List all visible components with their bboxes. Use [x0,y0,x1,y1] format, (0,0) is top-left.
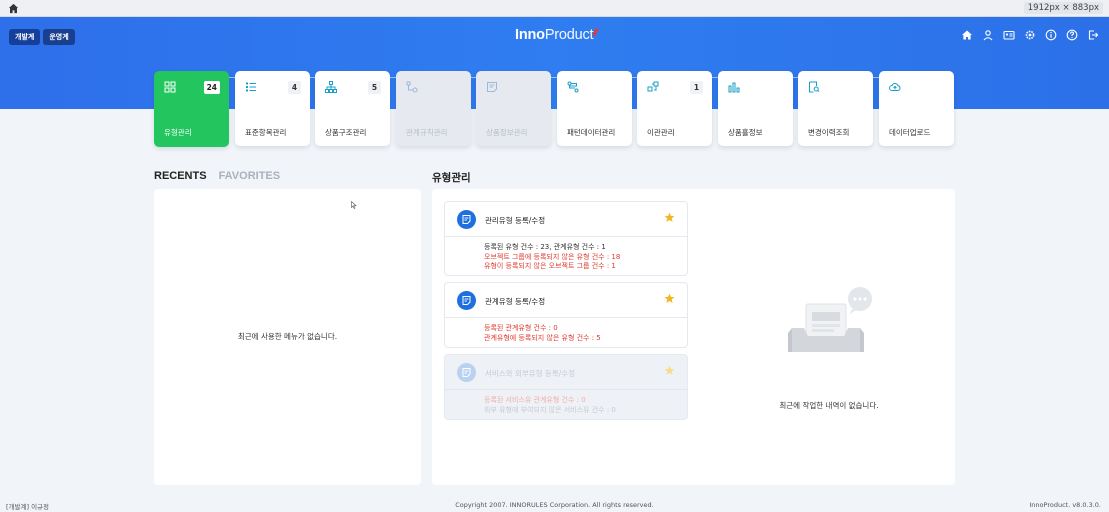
type-item-stat-line: 관계유형에 등록되지 않은 유형 건수 : 5 [484,333,601,342]
favorite-star-icon[interactable] [664,365,675,376]
recents-panel: 최근에 사용한 메뉴가 없습니다. [154,189,421,485]
logout-icon[interactable] [1087,29,1099,41]
type-item-header: 서비스와 외부유형 등록/수정 [445,355,687,390]
type-item-title[interactable]: 관리유형 등록/수정 [485,215,545,226]
card-count-badge: 1 [690,81,703,94]
home-icon[interactable] [961,29,973,41]
viewport-size-label: 1912px × 883px [1023,2,1103,14]
bar-chart-icon [728,81,740,93]
card-count-badge: 4 [288,81,301,94]
favorite-star-icon[interactable] [664,293,675,304]
footer-copyright: Copyright 2007. INNORULES Corporation. A… [455,501,654,509]
edit-note-icon [457,291,476,310]
card-label: 상품흘정보 [728,128,763,137]
work-empty-message: 최근에 작업한 내역이 없습니다. [779,401,879,410]
type-item-card: 서비스와 외부유형 등록/수정등록된 서비스유 관계유형 건수 : 0 외부 유형… [444,354,688,420]
menu-card[interactable]: 1 이관관리 [637,71,712,146]
type-item-stat-line: 등록된 관계유형 건수 : 0 [484,324,558,332]
grid-icon [164,81,176,93]
type-item-stat-line: 유형이 등록되지 않은 오브젝트 그룹 건수 : 1 [484,262,616,270]
cloud-upload-icon [889,81,901,93]
tab-recents[interactable]: RECENTS [154,170,207,182]
browser-strip: 1912px × 883px [0,0,1109,17]
menu-card[interactable]: 데이터업로드 [879,71,954,146]
card-label: 유형관리 [164,128,192,137]
favorite-star-icon[interactable] [664,212,675,223]
menu-card[interactable]: 상품정보관리 [476,71,551,146]
product-info-icon [486,81,498,93]
home-icon[interactable] [8,3,19,14]
card-label: 데이터업로드 [889,128,931,137]
tab-favorites[interactable]: FAVORITES [219,170,281,182]
menu-card[interactable]: 상품흘정보 [718,71,793,146]
logo-bold-text: Inno [515,27,545,43]
type-panel: 관리유형 등록/수정등록된 유형 건수 : 23, 관계유형 건수 : 1 오브젝… [432,189,955,485]
type-item-title[interactable]: 관계유형 등록/수정 [485,296,545,307]
footer-version: InnoProduct. v8.0.3.0. [1029,501,1101,509]
card-label: 변경이력조회 [808,128,850,137]
type-item-header: 관리유형 등록/수정 [445,202,687,237]
menu-card[interactable]: 패턴데이터관리 [557,71,632,146]
type-item-stats: 등록된 관계유형 건수 : 0 관계유형에 등록되지 않은 유형 건수 : 5 [445,318,687,343]
help-icon[interactable] [1066,29,1078,41]
type-item-stats: 등록된 유형 건수 : 23, 관계유형 건수 : 1 오브젝트 그룹에 등록되지… [445,237,687,272]
environment-toggle: 개발계 운영계 [9,29,75,45]
history-search-icon [808,81,820,93]
card-label: 관계규칙관리 [406,128,448,137]
info-icon[interactable] [1045,29,1057,41]
type-item-header: 관계유형 등록/수정 [445,283,687,318]
card-label: 상품구조관리 [325,128,367,137]
pattern-icon [567,81,579,93]
card-label: 표준항목관리 [245,128,287,137]
footer: [개발계] 이규정 Copyright 2007. INNORULES Corp… [0,497,1109,512]
type-item-stats: 등록된 서비스유 관계유형 건수 : 0 외부 유형에 부여되지 않은 서비스유 … [445,390,687,415]
recents-empty-message: 최근에 사용한 메뉴가 없습니다. [237,332,338,341]
env-prod-button[interactable]: 운영계 [43,29,75,45]
transfer-icon [647,81,659,93]
type-item-card[interactable]: 관리유형 등록/수정등록된 유형 건수 : 23, 관계유형 건수 : 1 오브젝… [444,201,688,276]
menu-card[interactable]: 변경이력조회 [798,71,873,146]
menu-card[interactable]: 4 표준항목관리 [235,71,310,146]
card-label: 패턴데이터관리 [567,128,616,137]
id-card-icon[interactable] [1003,29,1015,41]
user-icon[interactable] [982,29,994,41]
menu-card[interactable]: 관계규칙관리 [396,71,471,146]
logo-mark-icon [592,27,600,37]
edit-note-icon [457,363,476,382]
list-icon [245,81,257,93]
card-count-badge: 5 [368,81,381,94]
card-label: 이관관리 [647,128,675,137]
type-item-stat-line: 오브젝트 그룹에 등록되지 않은 유형 건수 : 18 [484,252,621,261]
menu-card[interactable]: 5 상품구조관리 [315,71,390,146]
menu-card[interactable]: 24 유형관리 [154,71,229,147]
header-toolbar [961,29,1099,41]
empty-inbox-illustration [788,287,872,352]
type-item-card[interactable]: 관계유형 등록/수정등록된 관계유형 건수 : 0 관계유형에 등록되지 않은 유… [444,282,688,348]
relation-rule-icon [406,81,418,93]
env-dev-button[interactable]: 개발계 [9,29,41,45]
type-item-stat-line: 등록된 유형 건수 : 23, 관계유형 건수 : 1 [484,243,606,251]
card-count-badge: 24 [203,81,220,94]
type-section-title: 유형관리 [432,172,471,184]
edit-note-icon [457,210,476,229]
type-item-stat-line: 등록된 서비스유 관계유형 건수 : 0 [484,396,586,404]
logo-thin-text: Product [544,27,594,43]
card-label: 상품정보관리 [486,128,528,137]
type-item-stat-line: 외부 유형에 부여되지 않은 서비스유 건수 : 0 [484,405,616,414]
type-item-title[interactable]: 서비스와 외부유형 등록/수정 [485,368,575,379]
mouse-cursor-icon [351,201,357,209]
app-logo[interactable]: InnoProduct [515,27,600,43]
settings-icon[interactable] [1024,29,1036,41]
hierarchy-icon [325,81,337,93]
recents-tabs: RECENTS FAVORITES [154,170,280,182]
